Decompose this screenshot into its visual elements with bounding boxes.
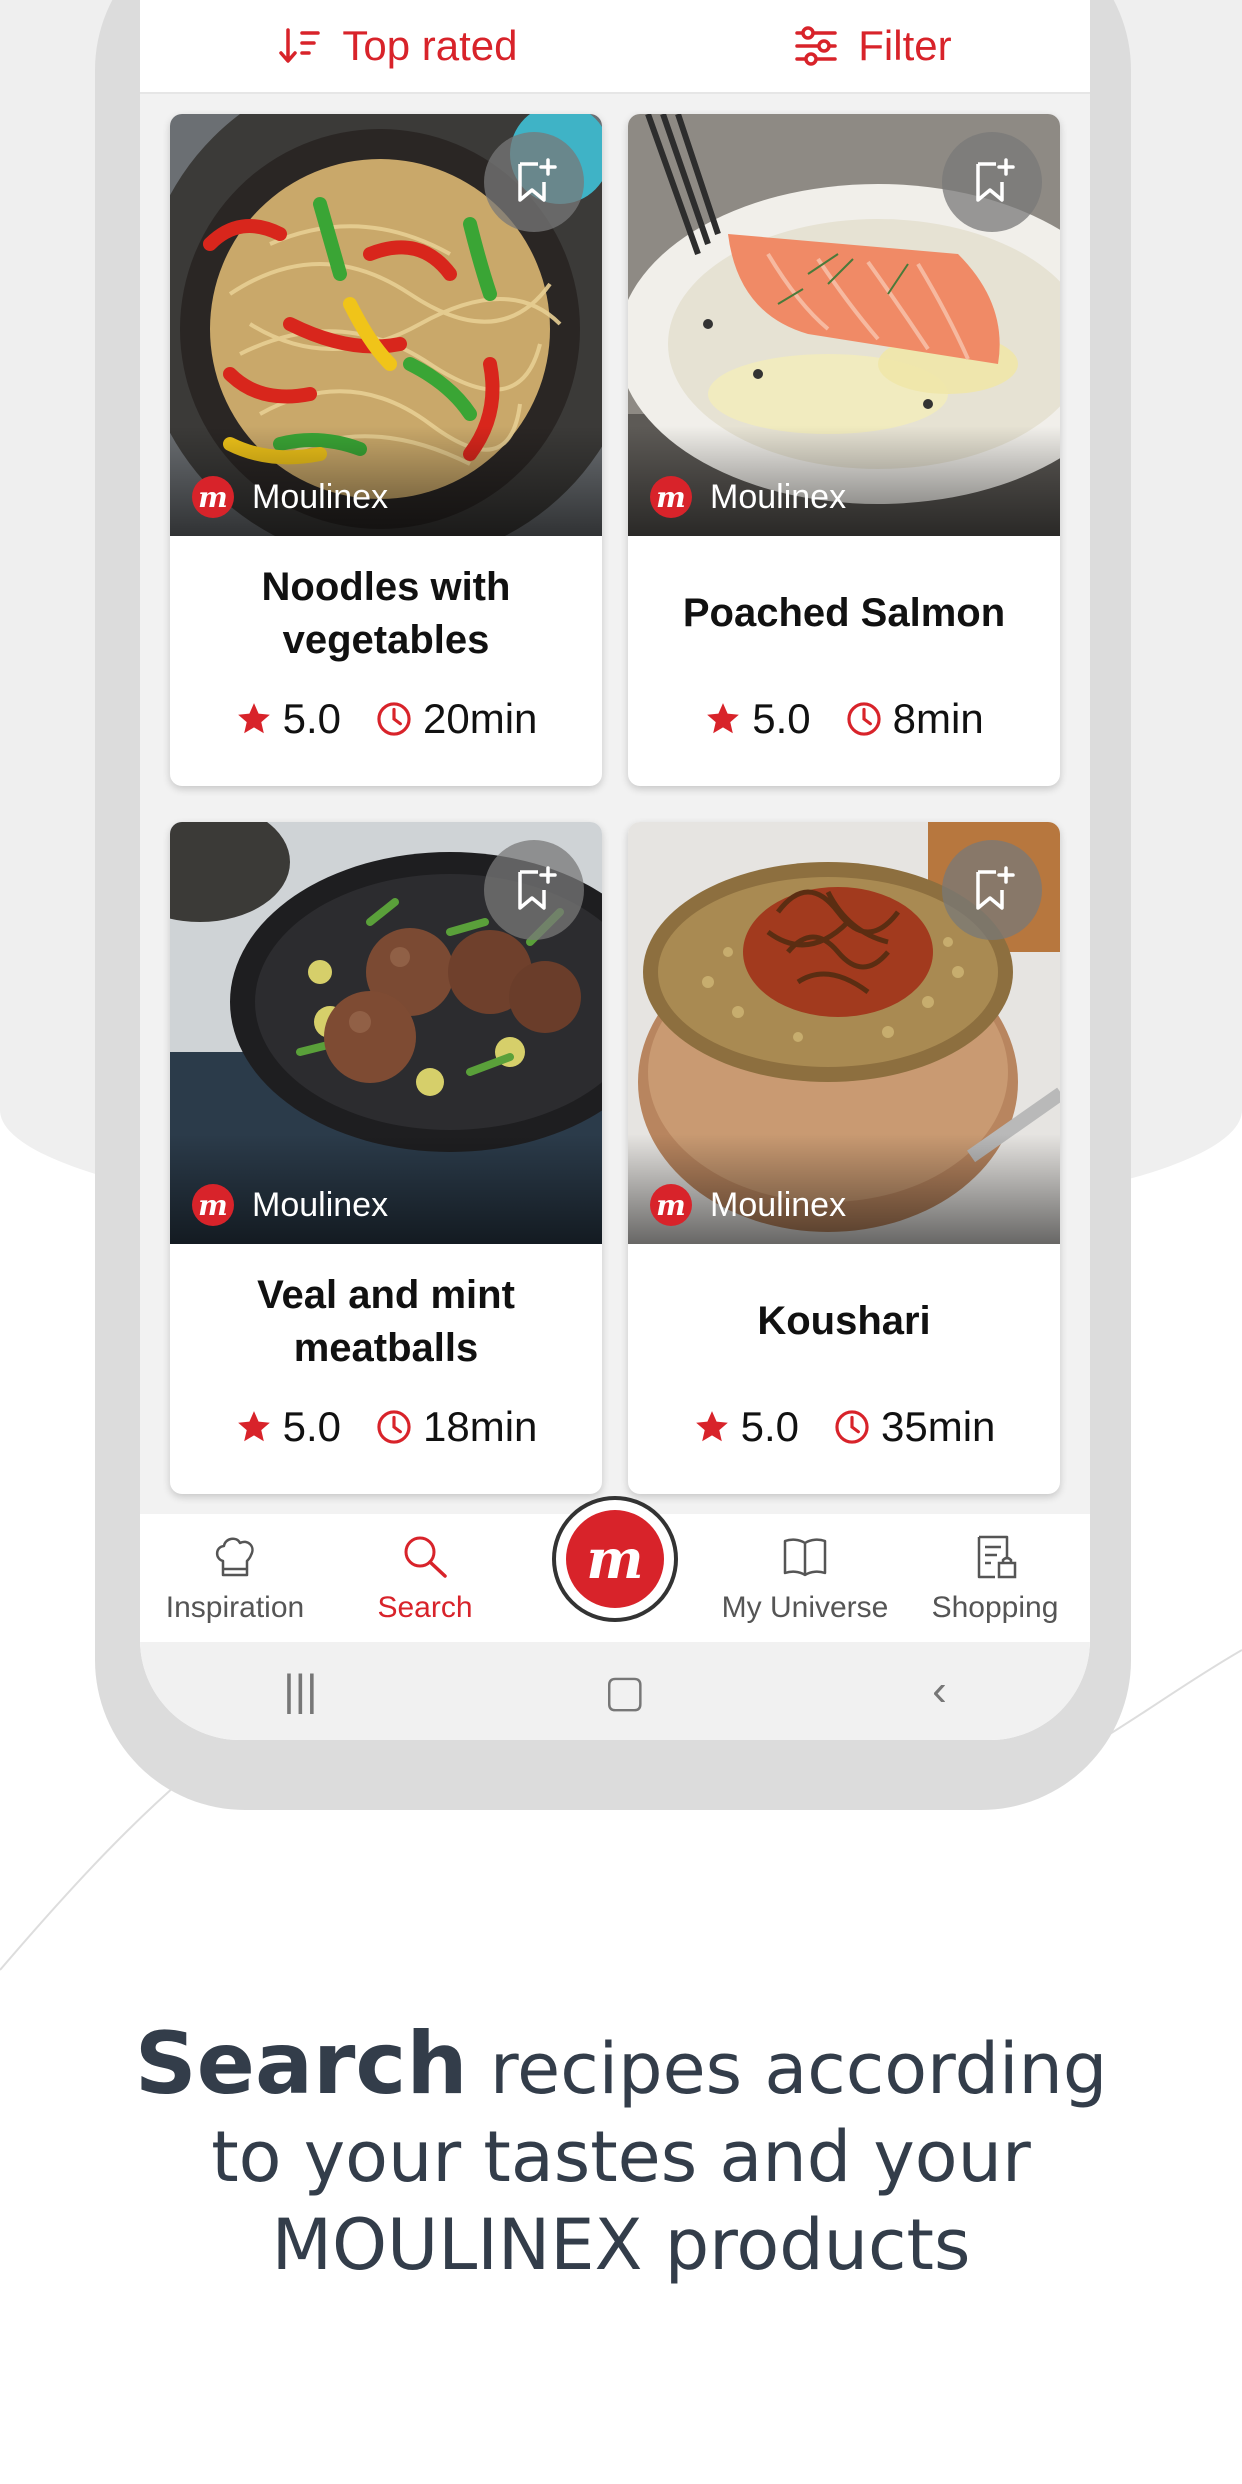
promo-caption: Search recipes according to your tastes … <box>0 2020 1242 2289</box>
search-icon <box>404 1536 447 1578</box>
bookmark-button[interactable] <box>942 132 1042 232</box>
moulinex-logo-icon: m <box>192 1184 234 1226</box>
system-navigation-bar: ||| ▢ ‹ <box>140 1642 1090 1740</box>
bookmark-button[interactable] <box>484 132 584 232</box>
chef-hat-icon <box>215 1537 254 1577</box>
brand-tag: m Moulinex <box>192 476 388 518</box>
recipe-title: Koushari <box>757 1299 931 1344</box>
clock-icon <box>847 702 881 736</box>
recipe-grid: m Moulinex Noodles with vegetables 5.0 2… <box>140 94 1090 1514</box>
recent-apps-button[interactable]: ||| <box>283 1666 317 1716</box>
bookmark-add-icon <box>518 158 557 202</box>
brand-name: Moulinex <box>710 477 847 516</box>
rating-value: 5.0 <box>752 695 811 742</box>
brand-name: Moulinex <box>710 1185 847 1224</box>
moulinex-logo-icon: m <box>192 476 234 518</box>
sort-descending-icon <box>279 28 321 63</box>
brand-tag: m Moulinex <box>650 1184 846 1226</box>
rating-value: 5.0 <box>282 1403 341 1450</box>
caption-line-1-rest: recipes according <box>467 2028 1108 2110</box>
home-button[interactable]: ▢ <box>604 1666 646 1717</box>
salmon-photo: m Moulinex <box>628 114 1060 536</box>
clock-icon <box>835 1410 869 1444</box>
nav-shopping[interactable]: Shopping <box>900 1514 1090 1642</box>
brand-tag: m Moulinex <box>650 476 846 518</box>
recipe-meta: 5.0 35min <box>628 1397 1060 1457</box>
koushari-photo: m Moulinex <box>628 822 1060 1244</box>
recipe-card[interactable]: m Moulinex Poached Salmon 5.0 8min <box>628 114 1060 786</box>
clock-icon <box>377 702 411 736</box>
caption-line-2: to your tastes and your <box>211 2116 1031 2198</box>
caption-line-3: MOULINEX products <box>271 2204 971 2286</box>
sliders-icon <box>795 26 838 66</box>
nav-inspiration[interactable]: Inspiration <box>140 1514 330 1642</box>
rating-value: 5.0 <box>282 695 341 742</box>
filter-button[interactable]: Filter <box>794 22 952 70</box>
recipe-meta: 5.0 8min <box>628 689 1060 749</box>
meatballs-photo: m Moulinex <box>170 822 602 1244</box>
bookmark-add-icon <box>518 866 557 910</box>
star-icon <box>695 1411 728 1442</box>
nav-search[interactable]: Search <box>330 1514 520 1642</box>
nav-inspiration-label: Inspiration <box>165 1591 305 1624</box>
moulinex-logo-icon: m <box>650 476 692 518</box>
bookmark-add-icon <box>976 158 1015 202</box>
bookmark-button[interactable] <box>942 840 1042 940</box>
nav-my-universe-label: My Universe <box>721 1591 889 1624</box>
recipe-title: Noodles with vegetables <box>261 564 511 662</box>
bottom-navigation: Inspiration Search My Universe Shopping <box>140 1496 1090 1642</box>
moulinex-logo-icon: m <box>566 1510 664 1608</box>
moulinex-home-button[interactable]: m <box>552 1496 678 1622</box>
recipe-title: Poached Salmon <box>682 591 1006 636</box>
book-icon <box>783 1538 827 1577</box>
nav-my-universe[interactable]: My Universe <box>710 1514 900 1642</box>
caption-bold: Search <box>134 2014 468 2114</box>
nav-search-label: Search <box>377 1591 473 1624</box>
star-icon <box>707 703 740 734</box>
back-button[interactable]: ‹ <box>932 1666 947 1716</box>
noodles-photo: m Moulinex <box>170 114 602 536</box>
caption-line-1: Search recipes according <box>0 2020 1242 2113</box>
brand-name: Moulinex <box>252 1185 389 1224</box>
rating-value: 5.0 <box>740 1403 799 1450</box>
brand-name: Moulinex <box>252 477 389 516</box>
sort-filter-bar: Top rated Filter <box>140 0 1090 94</box>
shopping-list-icon <box>977 1535 1017 1579</box>
bookmark-add-icon <box>976 866 1015 910</box>
moulinex-logo-icon: m <box>650 1184 692 1226</box>
recipe-card[interactable]: m Moulinex Koushari 5.0 35min <box>628 822 1060 1494</box>
sort-button[interactable]: Top rated <box>278 22 518 70</box>
time-value: 20min <box>422 695 538 742</box>
star-icon <box>237 703 270 734</box>
recipe-meta: 5.0 18min <box>170 1397 602 1457</box>
star-icon <box>237 1411 270 1442</box>
time-value: 18min <box>422 1403 538 1450</box>
recipe-card[interactable]: m Moulinex Veal and mint meatballs 5.0 1… <box>170 822 602 1494</box>
recipe-title: Veal and mint meatballs <box>257 1272 515 1370</box>
sort-label: Top rated <box>342 22 518 69</box>
time-value: 35min <box>880 1403 996 1450</box>
time-value: 8min <box>892 695 984 742</box>
brand-tag: m Moulinex <box>192 1184 388 1226</box>
app-screen: Top rated Filter m Moulinex Noodles with… <box>140 0 1090 1740</box>
nav-shopping-label: Shopping <box>931 1591 1059 1624</box>
filter-label: Filter <box>858 22 952 69</box>
clock-icon <box>377 1410 411 1444</box>
recipe-card[interactable]: m Moulinex Noodles with vegetables 5.0 2… <box>170 114 602 786</box>
recipe-meta: 5.0 20min <box>170 689 602 749</box>
bookmark-button[interactable] <box>484 840 584 940</box>
